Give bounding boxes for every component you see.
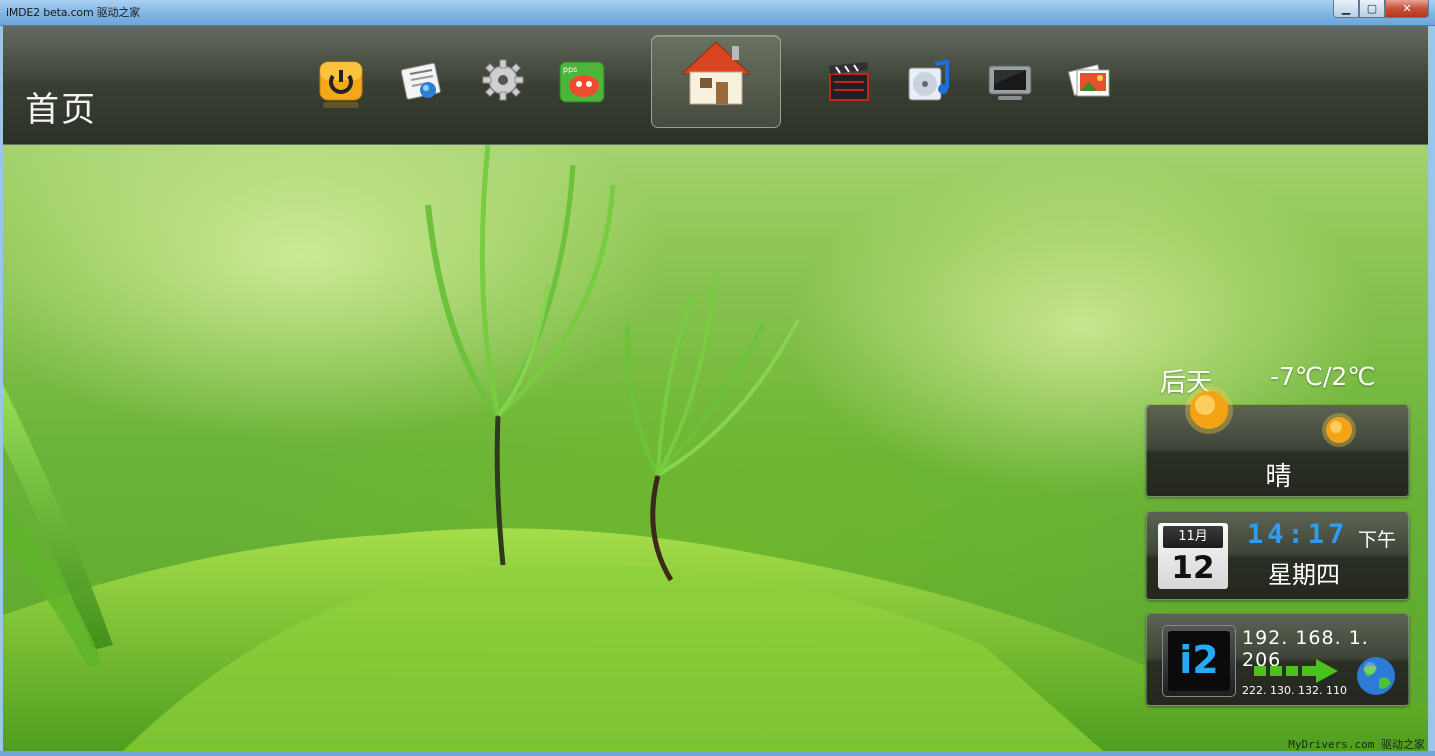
app-content: 首页 pps 后天 -7℃/2℃ 晴 11月 12 14:17 下午 星期四 i… — [3, 26, 1428, 751]
photos-icon[interactable] — [1067, 58, 1115, 110]
watermark: MyDrivers.com 驱动之家 — [1288, 738, 1425, 751]
svg-text:pps: pps — [563, 65, 577, 74]
wan-ip: 222. 130. 132. 110 — [1242, 684, 1347, 697]
calendar-day: 12 — [1171, 550, 1215, 586]
sun-small-icon — [1322, 413, 1356, 447]
clock-weekday: 星期四 — [1268, 561, 1340, 589]
window-controls: ▁ ▢ ✕ — [1333, 0, 1429, 18]
window-border-right — [1428, 26, 1435, 756]
music-icon[interactable] — [905, 58, 953, 110]
news-icon[interactable] — [398, 58, 446, 110]
clock-ampm: 下午 — [1358, 529, 1397, 551]
weather-temperature: -7℃/2℃ — [1270, 362, 1376, 391]
sun-large-icon — [1185, 386, 1233, 434]
gear-icon[interactable] — [479, 58, 527, 110]
network-widget[interactable]: i2 192. 168. 1. 206 222. 130. 132. 110 — [1146, 614, 1409, 706]
close-button[interactable]: ✕ — [1385, 0, 1429, 18]
i2-logo: i2 — [1162, 625, 1236, 697]
clapperboard-icon[interactable] — [825, 58, 873, 110]
i2-logo-text: i2 — [1168, 631, 1230, 691]
home-button[interactable] — [651, 35, 781, 128]
window-border-bottom — [0, 751, 1435, 756]
power-icon[interactable] — [317, 58, 365, 110]
window-titlebar: iMDE2 beta.com 驱动之家 ▁ ▢ ✕ — [0, 0, 1435, 26]
calendar-icon: 11月 12 — [1158, 523, 1228, 589]
home-icon — [680, 41, 752, 105]
pps-icon[interactable]: pps — [558, 58, 606, 110]
clock-widget[interactable]: 11月 12 14:17 下午 星期四 — [1146, 512, 1409, 600]
weather-condition: 晴 — [1265, 462, 1292, 492]
clock-time: 14:17 — [1247, 519, 1349, 550]
page-title: 首页 — [25, 90, 97, 130]
minimize-button[interactable]: ▁ — [1333, 0, 1359, 18]
top-navigation-bar: 首页 pps — [3, 26, 1428, 145]
globe-icon — [1357, 657, 1395, 695]
calendar-month: 11月 — [1163, 526, 1223, 548]
tv-icon[interactable] — [986, 58, 1034, 110]
window-title: iMDE2 beta.com 驱动之家 — [6, 6, 140, 19]
arrow-right-icon — [1254, 659, 1338, 683]
maximize-button[interactable]: ▢ — [1359, 0, 1385, 18]
